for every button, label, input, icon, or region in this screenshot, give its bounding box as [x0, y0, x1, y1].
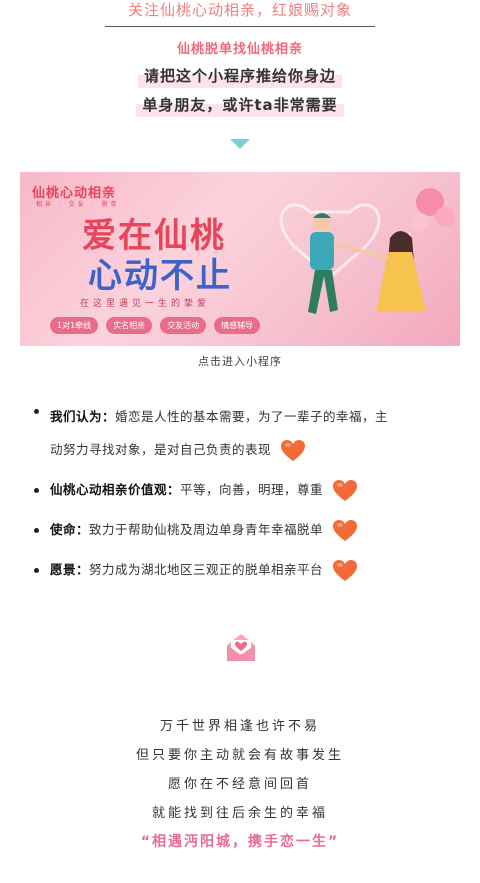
mini-program-banner[interactable]: 仙桃心动相亲 相亲 · 交友 · 脱单 爱在仙桃 心动不止 在这里遇见一生的挚爱…	[20, 172, 460, 346]
list-item: 愿景：努力成为湖北地区三观正的脱单相亲平台	[32, 554, 462, 586]
banner-tag: 交友活动	[160, 317, 207, 334]
heart-icon	[332, 479, 357, 501]
list-item: 仙桃心动相亲价值观：平等，向善，明理，尊重	[32, 474, 462, 506]
bullet	[34, 568, 39, 573]
closing-slogan: “相遇沔阳城，携手恋一生”	[140, 834, 340, 850]
item-label: 我们认为：	[50, 409, 116, 424]
poem-line: 就能找到往后余生的幸福	[151, 806, 328, 821]
list-item: 我们认为：婚恋是人性的基本需要，为了一辈子的幸福，主 动努力寻找对象，是对自己负…	[32, 400, 462, 466]
subtitle: 仙桃脱单找仙桃相亲	[176, 42, 303, 57]
poem: 万千世界相逢也许不易 但只要你主动就会有故事发生 愿你在不经意间回首 就能找到往…	[0, 712, 480, 857]
banner-tag: 情感辅导	[214, 317, 261, 334]
highlight-line-2: 单身朋友，或许ta非常需要	[0, 93, 480, 117]
heart-icon	[332, 519, 357, 541]
item-text: 婚恋是人性的基本需要，为了一辈子的幸福，主	[115, 409, 389, 424]
item-label: 仙桃心动相亲价值观：	[50, 482, 181, 497]
arrow-down-icon	[230, 139, 250, 149]
item-label: 使命：	[50, 522, 90, 537]
highlight-line-1: 请把这个小程序推给你身边	[0, 64, 480, 88]
banner-tags: 1对1牵线 实名相亲 交友活动 情感辅导	[50, 317, 261, 334]
bullet	[34, 488, 39, 493]
bullet	[34, 528, 39, 533]
banner-headline-2: 心动不止	[88, 256, 232, 296]
envelope-icon	[227, 634, 255, 661]
list-item: 使命：致力于帮助仙桃及周边单身青年幸福脱单	[32, 514, 462, 546]
banner-tag: 1对1牵线	[50, 317, 99, 334]
heart-icon	[280, 439, 305, 461]
poem-line: 愿你在不经意间回首	[167, 777, 312, 792]
item-text: 努力成为湖北地区三观正的脱单相亲平台	[89, 562, 324, 577]
banner-tag: 实名相亲	[106, 317, 153, 334]
bullet	[34, 409, 39, 414]
poem-line: 万千世界相逢也许不易	[159, 719, 320, 734]
banner-caption: 点击进入小程序	[198, 355, 282, 368]
couple-illustration	[279, 188, 455, 314]
item-text: 平等，向善，明理，尊重	[180, 482, 324, 497]
banner-slogan: 在这里遇见一生的挚爱	[80, 299, 211, 309]
heart-icon	[332, 559, 357, 581]
divider	[105, 26, 375, 27]
page-title: 关注仙桃心动相亲，红娘赐对象	[127, 1, 352, 19]
item-text: 动努力寻找对象，是对自己负责的表现	[50, 442, 272, 457]
item-label: 愿景：	[50, 562, 90, 577]
item-text: 致力于帮助仙桃及周边单身青年幸福脱单	[89, 522, 324, 537]
values-list: 我们认为：婚恋是人性的基本需要，为了一辈子的幸福，主 动努力寻找对象，是对自己负…	[32, 400, 462, 586]
poem-line: 但只要你主动就会有故事发生	[135, 748, 344, 763]
banner-logo-sub: 相亲 · 交友 · 脱单	[36, 201, 120, 208]
